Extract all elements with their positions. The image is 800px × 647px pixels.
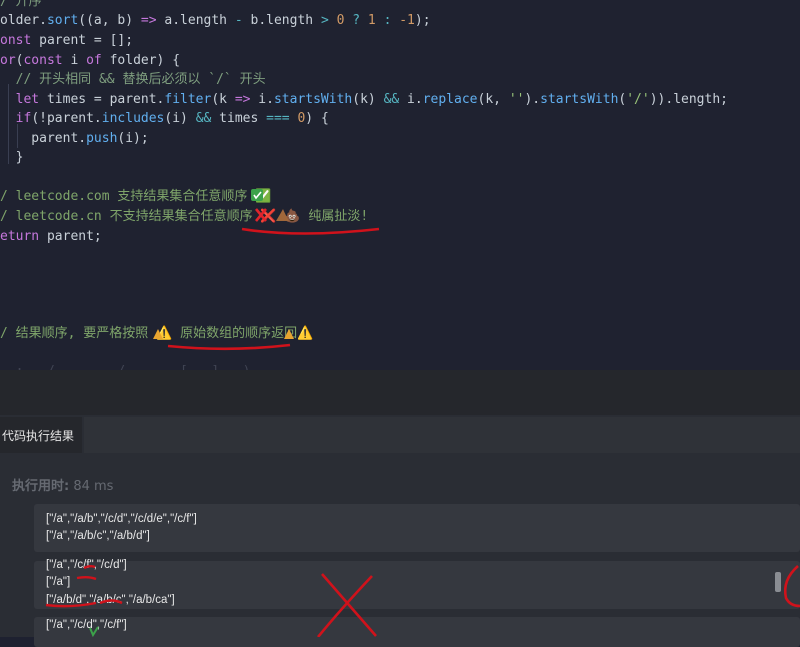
- code-line-6: let times = parent.filter(k => i.startsW…: [15, 92, 728, 107]
- output-line: ["/a","/a/b/c","/a/b/d"]: [46, 530, 150, 542]
- code-editor[interactable]: / 升序 older.sort((a, b) => a.length - b.l…: [0, 0, 800, 379]
- code-line-10: / leetcode.com 支持结果集合任意顺序 ✅: [0, 189, 272, 204]
- code-line-9: }: [0, 150, 24, 165]
- scrollbar-thumb[interactable]: [775, 572, 781, 592]
- execution-time-value: 84 ms: [73, 479, 114, 494]
- code-line-13: / 结果顺序, 要严格按照 ⚠️ 原始数组的顺序返回⚠️: [0, 326, 314, 341]
- execution-time: 执行用时: 84 ms: [12, 475, 113, 494]
- code-line-11: / leetcode.cn 不支持结果集合任意顺序 ❌ 💩 纯属扯淡!: [0, 209, 369, 224]
- output-box: ["/a","/c/d","/c/f"]: [34, 617, 800, 647]
- tab-strip: [84, 417, 800, 453]
- code-line-2: older.sort((a, b) => a.length - b.length…: [0, 13, 431, 28]
- execution-time-label: 执行用时:: [12, 479, 70, 494]
- output-line: ["/a","/c/d","/c/f"]: [46, 619, 127, 631]
- expected-output-box: ["/a","/a/b","/c/d","/c/d/e","/c/f"] ["/…: [34, 504, 800, 552]
- output-line: ["/a","/c/f","/c/d"]: [46, 559, 127, 571]
- code-line-3: onst parent = [];: [0, 33, 134, 48]
- code-line-12: eturn parent;: [0, 229, 102, 244]
- code-line-7: if(!parent.includes(i) && times === 0) {: [15, 111, 329, 126]
- tab-execution-result-label: 代码执行结果: [2, 429, 75, 443]
- code-line-8: parent.push(i);: [0, 131, 149, 146]
- actual-output-box: ["/a","/c/f","/c/d"] ["/a"] ["/a/b/d","/…: [34, 559, 800, 609]
- output-line: ["/a"]: [46, 576, 71, 588]
- code-line-4: or(const i of folder) {: [0, 53, 181, 68]
- output-line: ["/a/b/d","/a/b/c","/a/b/ca"]: [46, 594, 175, 606]
- panel-header: [0, 370, 800, 415]
- output-line: ["/a","/a/b","/c/d","/c/d/e","/c/f"]: [46, 513, 197, 525]
- code-line-5: // 开头相同 && 替换后必须以 `/` 开头: [0, 72, 266, 87]
